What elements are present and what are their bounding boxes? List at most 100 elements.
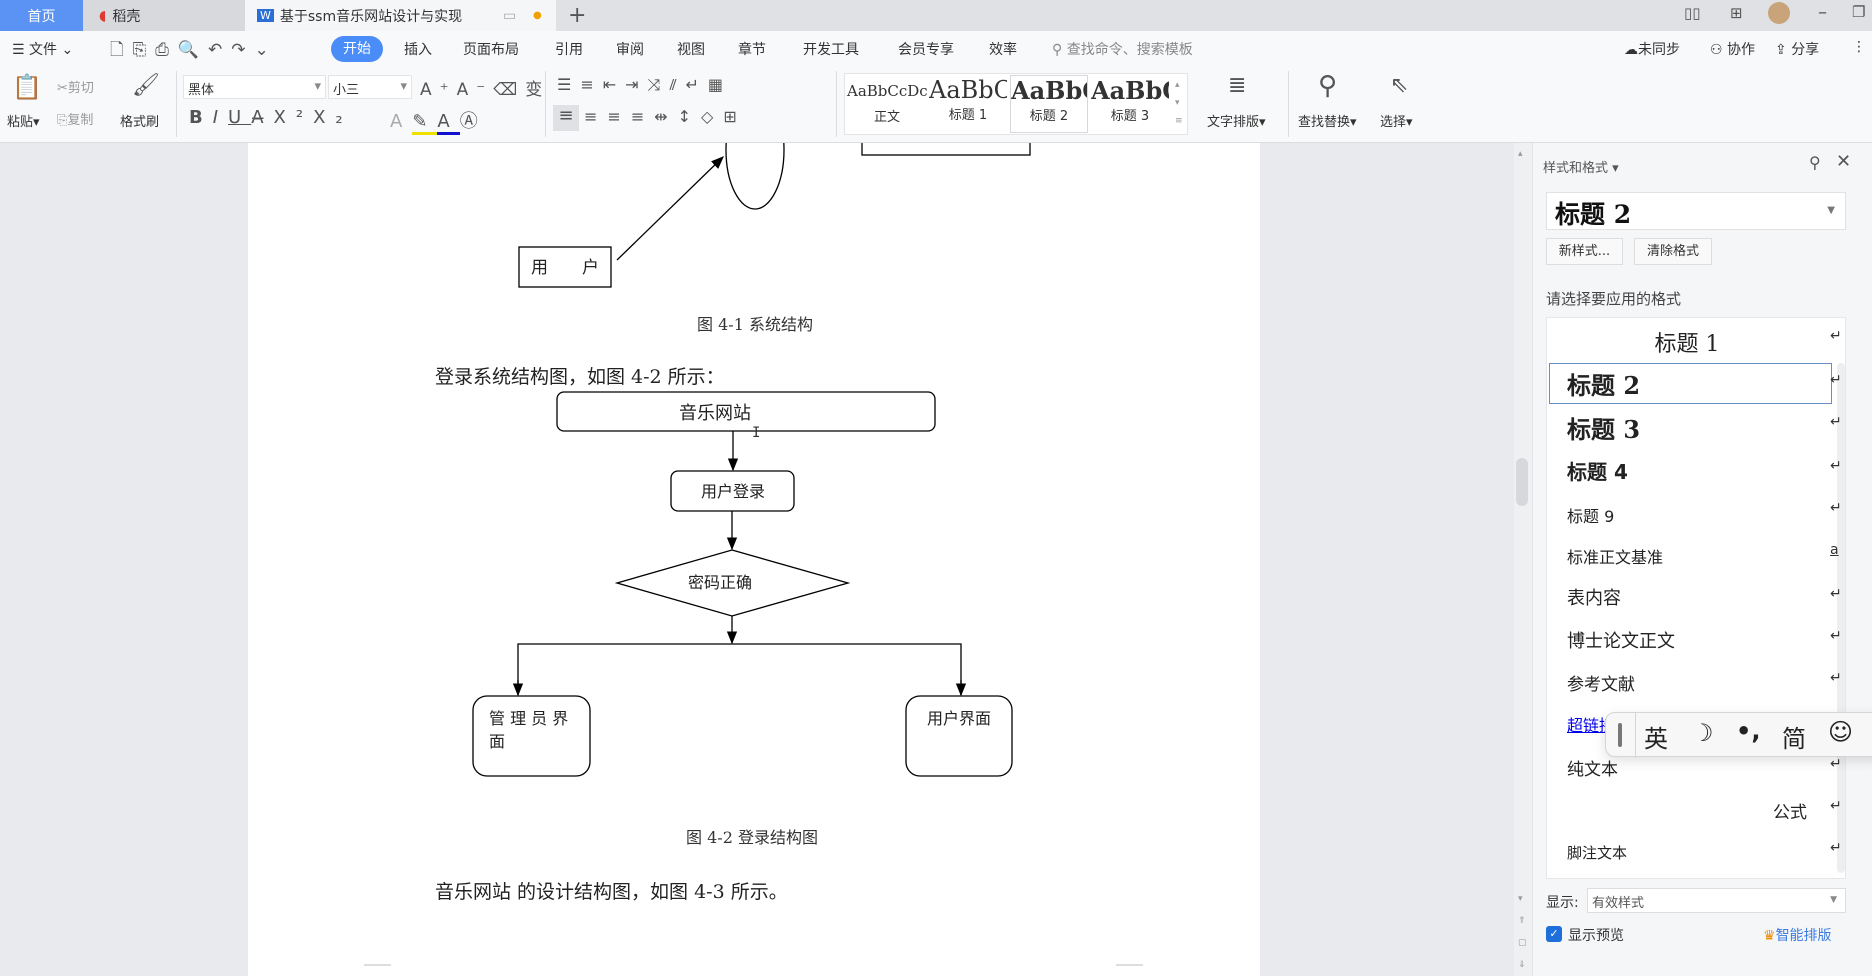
clear-format-button[interactable]: 清除格式 <box>1634 238 1712 265</box>
font-color-icons[interactable]: A✎AⒶ <box>390 107 488 135</box>
document-page[interactable]: 用 户 图 4-1 系统结构 登录系统结构图，如图 4-2 所示： 音乐网站 用… <box>248 143 1260 976</box>
find-replace-button[interactable]: 查找替换▾ <box>1298 111 1357 130</box>
tab-view[interactable]: 视图 <box>677 39 705 59</box>
font-format-icons[interactable]: BIUA̶X²X₂ <box>189 107 353 128</box>
style-item-heading-9[interactable]: 标题 9 <box>1567 503 1614 527</box>
sync-button[interactable]: ☁未同步 <box>1624 39 1680 59</box>
style-item-normal-base[interactable]: 标准正文基准 <box>1567 544 1663 568</box>
scroll-up-icon[interactable]: ▴ <box>1518 149 1523 159</box>
layout-icon[interactable]: ▯▯ <box>1684 4 1701 22</box>
minimize-icon[interactable]: – <box>1818 2 1827 23</box>
tab-insert[interactable]: 插入 <box>404 39 432 59</box>
ime-halfwidth-icon[interactable]: ☽ <box>1692 719 1714 747</box>
copy-label: 复制 <box>67 113 94 128</box>
tab-efficiency[interactable]: 效率 <box>989 39 1017 59</box>
clipboard-icon[interactable]: 📋 <box>12 73 42 101</box>
sync-label: 未同步 <box>1638 42 1680 58</box>
paste-button[interactable]: 粘贴▾ <box>7 111 40 130</box>
style-heading-3[interactable]: AaBbC 标题 3 <box>1091 76 1169 124</box>
grid-icon[interactable]: ⊞ <box>1730 4 1743 22</box>
return-icon: ↵ <box>1830 756 1842 772</box>
style-item-formula[interactable]: 公式 <box>1773 798 1807 823</box>
select-label: 选择 <box>1380 115 1407 130</box>
paragraph-align-icons[interactable]: ≡≡≡⇹↕◇⊞ <box>584 107 747 126</box>
list-indent-icons[interactable]: ☰≡⇤⇥⤨⫽↵▦ <box>557 75 732 95</box>
chevron-down-icon: ▼ <box>1830 895 1837 905</box>
page-nav-icons[interactable]: ▾ ⇑ ▢ ⇓ <box>1518 888 1527 976</box>
collab-button[interactable]: ⚇ 协作 <box>1710 39 1755 59</box>
return-icon: ↵ <box>1830 414 1842 430</box>
ime-punctuation-icon[interactable]: •, <box>1736 717 1760 745</box>
tab-review[interactable]: 审阅 <box>616 39 644 59</box>
style-heading-1[interactable]: AaBbC 标题 1 <box>929 76 1007 123</box>
tab-start[interactable]: 开始 <box>331 36 383 62</box>
text-layout-button[interactable]: 文字排版▾ <box>1207 111 1266 130</box>
fig1-caption: 图 4-1 系统结构 <box>697 315 813 334</box>
font-size-select[interactable]: 小三 ▾ <box>328 75 412 99</box>
select-button[interactable]: 选择▾ <box>1380 111 1413 130</box>
show-filter-select[interactable]: 有效样式 ▼ <box>1587 888 1846 913</box>
text-cursor-icon: I <box>752 425 760 441</box>
return-icon: ↵ <box>1830 372 1842 388</box>
fig2-caption: 图 4-2 登录结构图 <box>686 828 818 847</box>
fig1-arrow <box>616 156 724 261</box>
panel-title[interactable]: 样式和格式 ▾ <box>1543 157 1619 176</box>
pin-icon[interactable]: ⚲ <box>1809 153 1821 172</box>
smart-layout-button[interactable]: ♛智能排版 <box>1763 925 1832 945</box>
align-left-icon[interactable]: ≡ <box>553 105 579 131</box>
quick-access-icons[interactable]: 🗋⎘⎙🔍↶↷⌄ <box>110 37 278 66</box>
style-item-heading-3[interactable]: 标题 3 <box>1567 410 1640 445</box>
tab-home[interactable]: 首页 <box>0 0 83 31</box>
style-normal[interactable]: AaBbCcDc 正文 <box>847 82 928 125</box>
tab-chapter[interactable]: 章节 <box>738 39 766 59</box>
share-button[interactable]: ⇪ 分享 <box>1775 39 1819 59</box>
close-icon[interactable]: ✕ <box>1836 151 1851 172</box>
text-layout-label: 文字排版 <box>1207 115 1260 130</box>
document-scrollbar[interactable]: ▴ ▾ ⇑ ▢ ⇓ <box>1514 143 1532 976</box>
return-icon: ↵ <box>1830 628 1842 644</box>
monitor-icon[interactable]: ▭ <box>503 8 516 24</box>
tab-dev-tools[interactable]: 开发工具 <box>803 39 859 59</box>
style-item-heading-4[interactable]: 标题 4 <box>1567 456 1628 485</box>
copy-button[interactable]: ⎘复制 <box>57 109 93 128</box>
fig2-root-label: 音乐网站 <box>679 403 751 424</box>
smart-layout-label: 智能排版 <box>1775 928 1832 944</box>
tab-docer[interactable]: ◖ 稻壳 <box>83 0 245 31</box>
style-item-heading-2[interactable]: 标题 2 <box>1567 366 1640 401</box>
current-style-select[interactable]: 标题 2 ▼ <box>1546 192 1846 230</box>
format-painter-button[interactable]: 格式刷 <box>120 111 159 130</box>
fig2-branch-line <box>517 643 962 695</box>
tab-document-label: 基于ssm音乐网站设计与实现 <box>279 8 463 25</box>
style-item-plain-text[interactable]: 纯文本 <box>1567 755 1618 780</box>
style-list-scrollbar[interactable] <box>1837 363 1845 873</box>
tab-member[interactable]: 会员专享 <box>898 39 954 59</box>
font-name-select[interactable]: 黑体 ▾ <box>183 75 326 99</box>
file-label: 文件 <box>29 42 58 58</box>
font-adjust-icons[interactable]: A⁺A⁻⌫变 <box>420 75 550 100</box>
tab-document[interactable]: W 基于ssm音乐网站设计与实现 ▭ ● <box>245 0 556 31</box>
gallery-scroll-icon[interactable]: ▴ ▾ ≡ <box>1175 76 1183 130</box>
tab-page-layout[interactable]: 页面布局 <box>463 39 519 59</box>
more-icon[interactable]: ⋮ <box>1852 39 1866 55</box>
restore-icon[interactable]: ❐ <box>1852 3 1865 21</box>
return-icon: ↵ <box>1830 798 1842 814</box>
style-item-references[interactable]: 参考文献 <box>1567 670 1635 695</box>
ime-simplified-toggle[interactable]: 简 <box>1782 719 1806 754</box>
style-heading-2[interactable]: AaBbC 标题 2 <box>1010 75 1088 133</box>
scroll-thumb[interactable] <box>1516 458 1528 506</box>
new-tab-button[interactable]: + <box>568 0 586 31</box>
show-preview-checkbox[interactable]: ✓ <box>1546 926 1562 942</box>
ime-language-toggle[interactable]: 英 <box>1644 719 1668 754</box>
style-item-table-content[interactable]: 表内容 <box>1567 584 1621 610</box>
command-search[interactable]: ⚲ 查找命令、搜索模板 <box>1052 39 1193 59</box>
style-item-thesis-body[interactable]: 博士论文正文 <box>1567 627 1675 653</box>
style-item-heading-1[interactable]: 标题 1 <box>1547 326 1827 358</box>
new-style-button[interactable]: 新样式... <box>1546 238 1623 265</box>
ime-emoji-icon[interactable]: ☺ <box>1828 718 1853 746</box>
avatar[interactable] <box>1768 2 1790 24</box>
ime-drag-handle[interactable] <box>1618 723 1622 747</box>
cut-button[interactable]: ✂剪切 <box>57 77 94 96</box>
tab-references[interactable]: 引用 <box>555 39 583 59</box>
style-item-footnote[interactable]: 脚注文本 <box>1567 842 1627 863</box>
file-menu[interactable]: ☰ 文件 ⌄ <box>12 39 73 59</box>
